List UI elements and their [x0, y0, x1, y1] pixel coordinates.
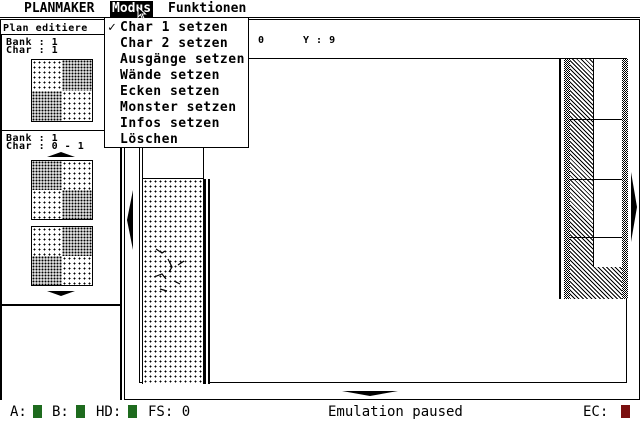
crack-texture-icon	[153, 248, 185, 292]
char-label: Char : 1	[6, 45, 59, 56]
checkmark-icon: ✓	[108, 20, 117, 35]
coord-y-value: Y : 9	[303, 35, 336, 46]
menu-item-waende[interactable]: Wände setzen	[105, 68, 248, 84]
menu-item-label: Char 2 setzen	[120, 36, 229, 51]
menu-item-label: Löschen	[120, 132, 179, 147]
drive-b-label: B:	[52, 404, 69, 420]
scroll-up-icon[interactable]	[47, 152, 75, 157]
status-message: Emulation paused	[328, 404, 463, 420]
map-wall-block	[564, 59, 628, 299]
menu-item-label: Infos setzen	[120, 116, 220, 131]
menu-item-label: Ecken setzen	[120, 84, 220, 99]
char-tile-1[interactable]	[31, 160, 93, 220]
drive-a-label: A:	[10, 404, 27, 420]
menu-item-label: Wände setzen	[120, 68, 220, 83]
char-range-label: Char : 0 - 1	[6, 141, 85, 152]
menu-planmaker[interactable]: PLANMAKER	[22, 1, 96, 17]
hd-led-icon	[128, 405, 137, 418]
menu-item-label: Ausgänge setzen	[120, 52, 245, 67]
info-box	[1, 305, 121, 401]
menu-item-infos[interactable]: Infos setzen	[105, 116, 248, 132]
fs-label: FS: 0	[148, 404, 191, 420]
mouse-pointer-icon	[137, 6, 147, 20]
menu-funktionen[interactable]: Funktionen	[166, 1, 248, 17]
scroll-down-icon[interactable]	[47, 291, 75, 296]
drive-a-led-icon	[33, 405, 42, 418]
char-preview-box[interactable]: Bank : 1 Char : 1	[1, 34, 121, 143]
menu-item-char2[interactable]: Char 2 setzen	[105, 36, 248, 52]
triangle-left-icon[interactable]	[127, 190, 133, 250]
menu-item-label: Monster setzen	[120, 100, 237, 115]
map-wall-line	[559, 59, 561, 299]
panel-title: Plan editiere	[3, 23, 88, 34]
menu-item-ecken[interactable]: Ecken setzen	[105, 84, 248, 100]
menu-bar: PLANMAKER Modus Funktionen	[0, 0, 640, 20]
coord-x-value: 0	[258, 35, 265, 46]
menu-item-monster[interactable]: Monster setzen	[105, 100, 248, 116]
triangle-right-icon[interactable]	[631, 172, 637, 242]
triangle-down-icon[interactable]	[342, 391, 398, 396]
drive-b-led-icon	[76, 405, 85, 418]
modus-dropdown-menu: ✓ Char 1 setzen Char 2 setzen Ausgänge s…	[104, 18, 249, 148]
menu-item-ausgaenge[interactable]: Ausgänge setzen	[105, 52, 248, 68]
menu-item-char1[interactable]: ✓ Char 1 setzen	[105, 20, 248, 36]
char-tile-preview	[31, 59, 93, 122]
ec-led-icon	[621, 405, 630, 418]
status-bar: A: B: HD: FS: 0 Emulation paused EC:	[0, 400, 640, 424]
menu-item-label: Char 1 setzen	[120, 20, 229, 35]
hd-label: HD:	[96, 404, 122, 420]
ec-label: EC:	[583, 404, 609, 420]
char-selection-box[interactable]: Bank : 1 Char : 0 - 1	[1, 130, 121, 305]
map-wall-line	[204, 179, 210, 384]
char-tile-2[interactable]	[31, 226, 93, 286]
menu-item-loeschen[interactable]: Löschen	[105, 132, 248, 148]
